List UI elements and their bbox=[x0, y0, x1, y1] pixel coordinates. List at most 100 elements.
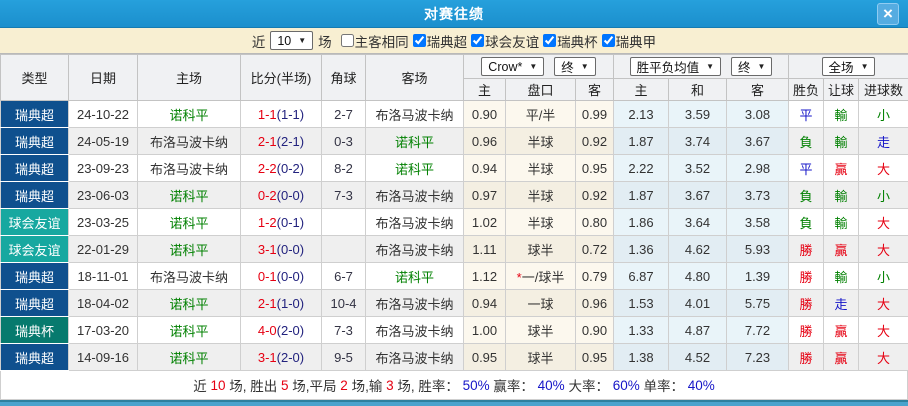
home-team: 诺科平 bbox=[137, 235, 241, 263]
result-cell: 平 bbox=[788, 100, 825, 128]
corner-score: 9-5 bbox=[321, 343, 366, 371]
handicap-line-text: 一球 bbox=[527, 296, 554, 312]
league-badge: 瑞典超 bbox=[0, 262, 69, 290]
filter-checkbox[interactable]: 主客相同 bbox=[340, 31, 409, 51]
score-cell: 3-1(0-0) bbox=[240, 235, 322, 263]
filter-checkbox[interactable]: 瑞典杯 bbox=[543, 31, 598, 51]
result-cell: 負 bbox=[788, 181, 825, 209]
handicap-line: 球半 bbox=[505, 316, 576, 344]
handicap-line: 半球 bbox=[505, 208, 576, 236]
odds-draw: 4.52 bbox=[668, 343, 727, 371]
odds-away: 1.39 bbox=[725, 262, 790, 290]
summary-segment: 单率： bbox=[639, 379, 688, 394]
full-match-value: 全场 bbox=[828, 61, 854, 75]
handicap-line: 半球 bbox=[505, 154, 576, 182]
fulltime-score: 2-2 bbox=[257, 160, 277, 176]
away-team: 诺科平 bbox=[365, 262, 464, 290]
subheader-odds-draw: 和 bbox=[668, 78, 727, 101]
filter-bar: 近 10 ▼ 场 主客相同 瑞典超 球会友谊 瑞典杯 瑞典甲 bbox=[0, 28, 908, 54]
handicap-home-odds: 0.95 bbox=[463, 343, 506, 371]
handicap-company-select[interactable]: Crow* ▼ bbox=[481, 57, 545, 76]
filter-checkbox[interactable]: 瑞典超 bbox=[412, 31, 467, 51]
odds-away: 3.67 bbox=[725, 127, 790, 155]
odds-away: 5.93 bbox=[725, 235, 790, 263]
result-cell: 勝 bbox=[788, 235, 825, 263]
halftime-score: (0-0) bbox=[276, 241, 305, 257]
summary-segment: 近 bbox=[193, 379, 211, 394]
odds-home: 1.53 bbox=[613, 289, 669, 317]
handicap-home-odds: 0.97 bbox=[463, 181, 506, 209]
fulltime-score: 0-1 bbox=[257, 268, 277, 284]
subheader-handicap-line: 盘口 bbox=[505, 78, 576, 101]
corner-score bbox=[321, 208, 366, 236]
header-row-top: 类型 日期 主场 比分(半场) 角球 客场 Crow* ▼ 终 ▼ 胜平负均值 … bbox=[0, 54, 908, 101]
match-date: 24-10-22 bbox=[68, 100, 138, 128]
fulltime-score: 1-1 bbox=[257, 106, 277, 122]
home-team: 诺科平 bbox=[137, 289, 241, 317]
goals-result-cell: 小 bbox=[858, 100, 908, 128]
head-to-head-window: 对赛往绩 × 近 10 ▼ 场 主客相同 瑞典超 球会友谊 瑞典杯 瑞典甲 类型 日期 … bbox=[0, 0, 908, 406]
match-count-value: 10 bbox=[277, 33, 292, 48]
halftime-score: (2-0) bbox=[276, 322, 305, 338]
odds-home: 1.33 bbox=[613, 316, 669, 344]
checkbox-input[interactable] bbox=[412, 34, 426, 47]
window-title: 对赛往绩 bbox=[424, 5, 484, 22]
away-team: 布洛马波卡纳 bbox=[365, 181, 464, 209]
bottom-bar bbox=[0, 400, 908, 406]
checkbox-label: 瑞典杯 bbox=[557, 34, 598, 50]
match-date: 24-05-19 bbox=[68, 127, 138, 155]
table-row: 球会友谊 23-03-25 诺科平 1-2(0-1) 布洛马波卡纳 1.02 半… bbox=[0, 208, 908, 236]
checkbox-input[interactable] bbox=[471, 34, 485, 47]
goals-result-cell: 大 bbox=[858, 208, 908, 236]
odds-average-select[interactable]: 胜平负均值 ▼ bbox=[629, 57, 721, 76]
corner-score: 0-3 bbox=[321, 127, 366, 155]
match-count-select[interactable]: 10 ▼ bbox=[270, 31, 314, 50]
home-team: 诺科平 bbox=[137, 181, 241, 209]
subheader-goals: 进球数 bbox=[858, 78, 908, 101]
handicap-company-value: Crow* bbox=[488, 59, 523, 74]
handicap-time-value: 终 bbox=[561, 61, 574, 75]
odds-home: 1.87 bbox=[613, 181, 669, 209]
corner-score: 10-4 bbox=[321, 289, 366, 317]
odds-home: 1.86 bbox=[613, 208, 669, 236]
summary-segment: 5 bbox=[281, 377, 289, 393]
odds-time-select[interactable]: 终 ▼ bbox=[731, 57, 773, 76]
chevron-down-icon: ▼ bbox=[298, 36, 307, 45]
summary-segment: 场, 胜出 bbox=[225, 379, 282, 394]
summary-segment: 2 bbox=[340, 377, 348, 393]
corner-score: 7-3 bbox=[321, 181, 366, 209]
filter-checkbox[interactable]: 瑞典甲 bbox=[601, 31, 656, 51]
halftime-score: (0-2) bbox=[276, 160, 305, 176]
handicap-home-odds: 1.02 bbox=[463, 208, 506, 236]
give-result-cell: 贏 bbox=[823, 154, 860, 182]
table-row: 瑞典超 24-10-22 诺科平 1-1(1-1) 2-7 布洛马波卡纳 0.9… bbox=[0, 100, 908, 128]
handicap-line: 球半 bbox=[505, 235, 576, 263]
checkbox-input[interactable] bbox=[340, 34, 354, 47]
checkbox-label: 球会友谊 bbox=[485, 34, 540, 50]
summary-segment: 场,输 bbox=[347, 379, 387, 394]
handicap-line-text: 一/球半 bbox=[521, 269, 565, 285]
table-row: 瑞典超 23-06-03 诺科平 0-2(0-0) 7-3 布洛马波卡纳 0.9… bbox=[0, 181, 908, 209]
col-header-date: 日期 bbox=[68, 54, 138, 101]
goals-result-cell: 大 bbox=[858, 343, 908, 371]
corner-score: 8-2 bbox=[321, 154, 366, 182]
full-match-select[interactable]: 全场 ▼ bbox=[821, 57, 876, 76]
checkbox-input[interactable] bbox=[543, 34, 557, 47]
filter-checkbox[interactable]: 球会友谊 bbox=[471, 31, 539, 51]
result-cell: 勝 bbox=[788, 343, 825, 371]
checkbox-input[interactable] bbox=[601, 34, 615, 47]
halftime-score: (2-1) bbox=[276, 133, 305, 149]
col-header-corner: 角球 bbox=[321, 54, 366, 101]
handicap-home-odds: 0.96 bbox=[463, 127, 506, 155]
match-date: 17-03-20 bbox=[68, 316, 138, 344]
fulltime-score: 2-1 bbox=[257, 295, 277, 311]
handicap-line: 一球 bbox=[505, 289, 576, 317]
handicap-time-select[interactable]: 终 ▼ bbox=[554, 57, 596, 76]
home-team: 布洛马波卡纳 bbox=[137, 154, 241, 182]
close-icon[interactable]: × bbox=[877, 3, 899, 25]
match-date: 18-11-01 bbox=[68, 262, 138, 290]
odds-draw: 3.52 bbox=[668, 154, 727, 182]
odds-draw: 4.62 bbox=[668, 235, 727, 263]
handicap-away-odds: 0.99 bbox=[575, 100, 614, 128]
odds-draw: 3.67 bbox=[668, 181, 727, 209]
